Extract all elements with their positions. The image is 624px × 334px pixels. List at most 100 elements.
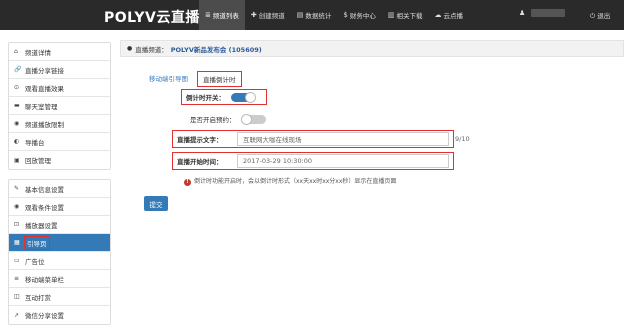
nav-vod[interactable]: ☁ 云点播 bbox=[428, 0, 469, 30]
sidebar-item-tipping[interactable]: ◫ 互动打赏 bbox=[9, 288, 110, 306]
countdown-toggle[interactable] bbox=[231, 91, 256, 103]
nav-finance[interactable]: $ 财务中心 bbox=[337, 0, 381, 30]
sidebar-item-player-settings[interactable]: ⊡ 播放器设置 bbox=[9, 216, 110, 234]
bar-chart-icon: ▥ bbox=[387, 11, 395, 19]
main-nav: ≣ 频道列表 ✚ 创建频道 ▤ 数据统计 $ 财务中心 ▥ 相关下载 ☁ 云点播 bbox=[199, 0, 469, 30]
sidebar-item-label: 观看条件设置 bbox=[25, 203, 64, 212]
target-icon: ◉ bbox=[14, 120, 20, 127]
nav-label: 创建频道 bbox=[258, 12, 285, 20]
start-time-label: 直播开始时间： bbox=[177, 158, 223, 166]
sidebar-item-label: 频道详情 bbox=[25, 48, 51, 57]
calendar-icon: ▣ bbox=[14, 156, 20, 164]
channel-name: POLYV新品发布会 (105609) bbox=[170, 45, 262, 54]
sidebar-item-director[interactable]: ◐ 导播台 bbox=[9, 133, 110, 151]
breadcrumb-prefix: 直播频道： bbox=[135, 45, 168, 54]
sidebar-item-label: 基本信息设置 bbox=[25, 185, 64, 194]
nav-label: 云点播 bbox=[443, 12, 463, 20]
gift-icon: ◫ bbox=[14, 293, 20, 300]
nav-downloads[interactable]: ▥ 相关下载 bbox=[382, 0, 429, 30]
player-icon: ⊡ bbox=[14, 221, 20, 228]
sidebar-group-settings: ✎ 基本信息设置 ◉ 观看条件设置 ⊡ 播放器设置 ▦ 引导页 ▭ 广告位 ≡ 移动端菜单栏… bbox=[8, 179, 111, 325]
sidebar-item-label: 移动端菜单栏 bbox=[25, 275, 64, 284]
submit-button[interactable]: 提交 bbox=[144, 196, 168, 211]
tip-text-input[interactable]: 互联网大咖在线现场 bbox=[237, 132, 449, 146]
logo: POLYV云直播 bbox=[104, 10, 200, 26]
start-time-row: 直播开始时间： 2017-03-29 10:30:00 bbox=[172, 152, 454, 170]
sidebar-item-guide-page[interactable]: ▦ 引导页 bbox=[9, 234, 110, 252]
reservation-toggle[interactable] bbox=[240, 113, 266, 125]
link-icon: 🔗 bbox=[14, 66, 22, 73]
sidebar-item-label: 微信分享设置 bbox=[25, 312, 64, 320]
sidebar-item-label: 回放管理 bbox=[25, 157, 51, 165]
sidebar-item-wechat-share[interactable]: ↗ 微信分享设置 bbox=[9, 306, 110, 324]
nav-label: 财务中心 bbox=[349, 12, 376, 20]
menu-icon: ≡ bbox=[14, 275, 20, 282]
sidebar-item-channel-detail[interactable]: ⌂ 频道详情 bbox=[9, 43, 110, 61]
countdown-hint: ! 倒计时功能开启时，会以倒计时形式（xx天xx时xx分xx秒）显示在直播页面 bbox=[184, 176, 396, 186]
tab-mobile-guide[interactable]: 移动端引导图 bbox=[144, 71, 193, 87]
chart-icon: ▤ bbox=[296, 11, 304, 19]
sidebar-item-playback[interactable]: ▣ 回放管理 bbox=[9, 151, 110, 169]
director-icon: ◐ bbox=[14, 138, 20, 145]
grid-icon: ▦ bbox=[14, 239, 20, 246]
reservation-label: 是否开启预约： bbox=[190, 116, 236, 124]
warning-icon: ! bbox=[184, 179, 191, 186]
username-redacted bbox=[531, 9, 566, 17]
dollar-icon: $ bbox=[343, 11, 348, 19]
nav-create-channel[interactable]: ✚ 创建频道 bbox=[245, 0, 291, 30]
sidebar-group-channel: ⌂ 频道详情 🔗 直播分享链接 ⊙ 观看直播效果 ▬ 聊天室管理 ◉ 频道播放限制 ◐ 导播… bbox=[8, 42, 111, 170]
cloud-icon: ☁ bbox=[434, 11, 442, 19]
tab-countdown[interactable]: 直播倒计时 bbox=[197, 71, 242, 87]
sidebar: ⌂ 频道详情 🔗 直播分享链接 ⊙ 观看直播效果 ▬ 聊天室管理 ◉ 频道播放限制 ◐ 导播… bbox=[8, 42, 111, 334]
sidebar-item-share-link[interactable]: 🔗 直播分享链接 bbox=[9, 61, 110, 79]
list-icon: ≣ bbox=[205, 11, 211, 19]
tip-text-row: 直播提示文字： 互联网大咖在线现场 bbox=[172, 130, 454, 148]
sidebar-item-label: 频道播放限制 bbox=[25, 120, 64, 129]
breadcrumb: ● 直播频道： POLYV新品发布会 (105609) bbox=[120, 40, 624, 57]
info-icon: ● bbox=[127, 45, 133, 52]
tab-bar: 移动端引导图 直播倒计时 bbox=[144, 71, 242, 87]
chat-icon: ▬ bbox=[14, 102, 20, 109]
nav-channel-list[interactable]: ≣ 频道列表 bbox=[199, 0, 245, 30]
nav-label: 相关下载 bbox=[396, 12, 423, 20]
logout-button[interactable]: ⏻ 退出 bbox=[590, 10, 610, 21]
sidebar-item-ads[interactable]: ▭ 广告位 bbox=[9, 252, 110, 270]
countdown-switch-row: 倒计时开关： bbox=[181, 89, 267, 105]
sidebar-item-play-limit[interactable]: ◉ 频道播放限制 bbox=[9, 115, 110, 133]
hint-text: 倒计时功能开启时，会以倒计时形式（xx天xx时xx分xx秒）显示在直播页面 bbox=[194, 178, 397, 185]
tip-text-label: 直播提示文字： bbox=[177, 136, 223, 144]
start-time-input[interactable]: 2017-03-29 10:30:00 bbox=[237, 154, 449, 168]
share-icon: ↗ bbox=[14, 311, 20, 319]
tip-text-counter: 9/10 bbox=[455, 135, 470, 143]
user-icon: ♟ bbox=[519, 9, 526, 17]
sidebar-item-label: 广告位 bbox=[25, 257, 45, 266]
nav-label: 频道列表 bbox=[212, 12, 239, 20]
sidebar-item-label: 直播分享链接 bbox=[25, 66, 64, 75]
main-content: ● 直播频道： POLYV新品发布会 (105609) 移动端引导图 直播倒计时… bbox=[120, 40, 624, 330]
sidebar-item-label: 导播台 bbox=[25, 138, 45, 147]
reservation-row: 是否开启预约： bbox=[190, 113, 266, 125]
nav-statistics[interactable]: ▤ 数据统计 bbox=[291, 0, 338, 30]
sidebar-item-basic-info[interactable]: ✎ 基本信息设置 bbox=[9, 180, 110, 198]
top-navbar: POLYV云直播 ≣ 频道列表 ✚ 创建频道 ▤ 数据统计 $ 财务中心 ▥ 相关下载 ☁… bbox=[0, 0, 624, 30]
sidebar-item-label: 聊天室管理 bbox=[25, 102, 58, 111]
sidebar-item-watch-conditions[interactable]: ◉ 观看条件设置 bbox=[9, 198, 110, 216]
play-circle-icon: ⊙ bbox=[14, 84, 20, 91]
sidebar-item-label: 互动打赏 bbox=[25, 293, 51, 302]
sidebar-item-watch-preview[interactable]: ⊙ 观看直播效果 bbox=[9, 79, 110, 97]
sidebar-item-label: 观看直播效果 bbox=[25, 84, 64, 93]
sidebar-item-label: 播放器设置 bbox=[25, 221, 58, 230]
pencil-icon: ✎ bbox=[14, 185, 20, 192]
home-icon: ⌂ bbox=[14, 48, 18, 55]
plus-icon: ✚ bbox=[250, 11, 257, 19]
countdown-switch-label: 倒计时开关： bbox=[186, 94, 225, 102]
user-menu[interactable]: ♟ bbox=[519, 9, 566, 17]
sidebar-item-label: 引导页 bbox=[24, 235, 50, 250]
logout-label: 退出 bbox=[597, 12, 611, 20]
nav-label: 数据统计 bbox=[305, 12, 332, 20]
sidebar-item-mobile-menu[interactable]: ≡ 移动端菜单栏 bbox=[9, 270, 110, 288]
ad-icon: ▭ bbox=[14, 257, 20, 264]
sidebar-item-chatroom[interactable]: ▬ 聊天室管理 bbox=[9, 97, 110, 115]
eye-icon: ◉ bbox=[14, 203, 20, 210]
power-icon: ⏻ bbox=[590, 12, 596, 20]
